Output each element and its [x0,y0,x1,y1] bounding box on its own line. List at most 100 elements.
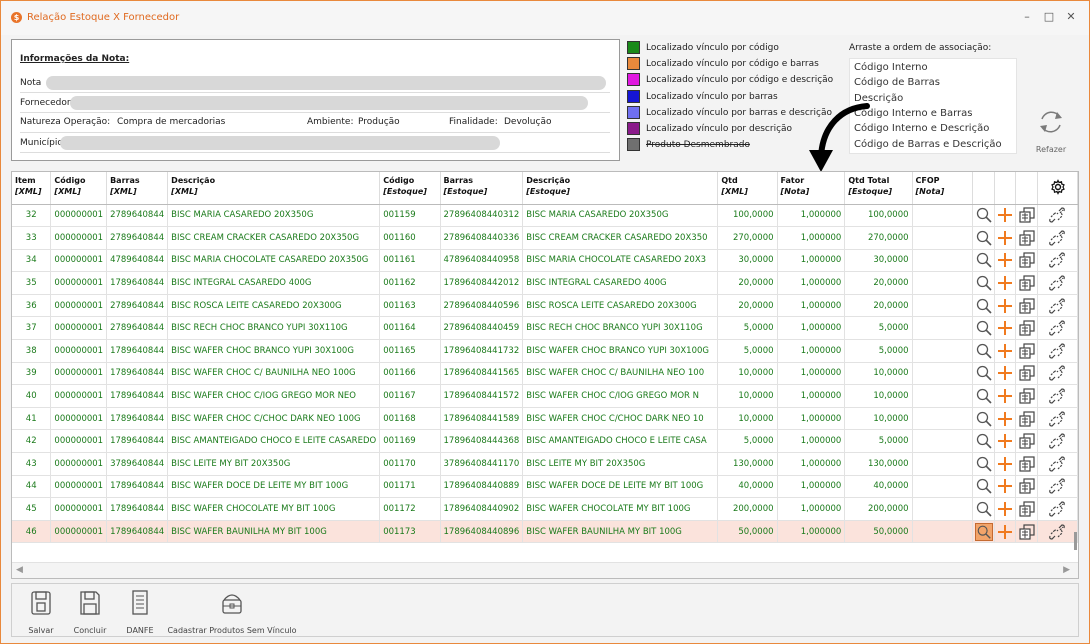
barras-xml-cell[interactable]: 4789640844 [106,249,169,273]
codigo-estoque-cell[interactable]: 001161 [379,249,441,273]
cfop-cell[interactable] [912,294,974,318]
qtd-total-cell[interactable]: 100,0000 [844,204,913,228]
qtd-xml-cell[interactable]: 40,0000 [717,475,778,499]
search-icon[interactable] [972,452,995,476]
qtd-total-cell[interactable]: 30,0000 [844,249,913,273]
descricao-estoque-cell[interactable]: BISC WAFER CHOCOLATE MY BIT 100G [522,497,719,521]
qtd-total-cell[interactable]: 10,0000 [844,407,913,431]
codigo-xml-cell[interactable]: 000000001 [50,204,108,228]
barras-estoque-cell[interactable]: 17896408440896 [440,520,524,544]
descricao-estoque-cell[interactable]: BISC LEITE MY BIT 20X350G [522,452,719,476]
search-icon[interactable] [972,384,995,408]
descricao-xml-cell[interactable]: BISC WAFER CHOC C/IOG GREGO MOR NEO [167,384,381,408]
unlink-icon[interactable] [1037,294,1079,318]
cfop-cell[interactable] [912,339,974,363]
codigo-xml-cell[interactable]: 000000001 [50,249,108,273]
barras-xml-cell[interactable]: 1789640844 [106,407,169,431]
unlink-icon[interactable] [1037,316,1079,341]
fator-cell[interactable]: 1,000000 [777,226,846,250]
descricao-xml-cell[interactable]: BISC WAFER CHOCOLATE MY BIT 100G [167,497,381,521]
qtd-xml-cell[interactable]: 200,0000 [717,497,778,521]
codigo-estoque-cell[interactable]: 001172 [379,497,441,521]
plus-icon[interactable] [994,249,1017,273]
codigo-estoque-cell[interactable]: 001171 [379,475,441,499]
column-header[interactable]: Barras [Estoque] [440,172,524,205]
item-cell[interactable]: 45 [12,497,52,521]
cfop-cell[interactable] [912,249,974,273]
qtd-total-cell[interactable]: 5,0000 [844,429,913,454]
descricao-xml-cell[interactable]: BISC WAFER BAUNILHA MY BIT 100G [167,520,381,544]
fator-cell[interactable]: 1,000000 [777,497,846,521]
item-cell[interactable]: 43 [12,452,52,476]
codigo-xml-cell[interactable]: 000000001 [50,271,108,295]
search-icon[interactable] [972,226,995,250]
barras-estoque-cell[interactable]: 27896408440459 [440,316,524,341]
fator-cell[interactable]: 1,000000 [777,520,846,544]
search-icon[interactable] [972,407,995,431]
descricao-estoque-cell[interactable]: BISC WAFER CHOC C/ BAUNILHA NEO 100 [522,362,719,386]
plus-icon[interactable] [994,429,1017,454]
column-header[interactable]: Qtd [XML] [717,172,778,205]
plus-icon[interactable] [994,497,1017,521]
table-row[interactable]: 39 000000001 1789640844 BISC WAFER CHOC C/ … [12,362,1079,386]
plus-icon[interactable] [994,271,1017,295]
plus-icon[interactable] [994,384,1017,408]
cfop-cell[interactable] [912,316,974,341]
item-cell[interactable]: 33 [12,226,52,250]
plus-icon[interactable] [994,362,1017,386]
unlink-icon[interactable] [1037,497,1079,521]
table-row[interactable]: 45 000000001 1789640844 BISC WAFER CHOCOLAT… [12,497,1079,521]
qtd-total-cell[interactable]: 10,0000 [844,362,913,386]
unlink-icon[interactable] [1037,452,1079,476]
qtd-total-cell[interactable]: 200,0000 [844,497,913,521]
fator-cell[interactable]: 1,000000 [777,362,846,386]
item-cell[interactable]: 34 [12,249,52,273]
descricao-estoque-cell[interactable]: BISC MARIA CASAREDO 20X350G [522,204,719,228]
codigo-xml-cell[interactable]: 000000001 [50,475,108,499]
fator-cell[interactable]: 1,000000 [777,407,846,431]
barras-xml-cell[interactable]: 2789640844 [106,316,169,341]
vertical-scrollbar-thumb[interactable] [1074,532,1077,550]
barras-xml-cell[interactable]: 3789640844 [106,452,169,476]
codigo-estoque-cell[interactable]: 001162 [379,271,441,295]
fator-cell[interactable]: 1,000000 [777,271,846,295]
search-icon[interactable] [972,475,995,499]
split-icon[interactable] [1015,520,1038,544]
codigo-xml-cell[interactable]: 000000001 [50,452,108,476]
fator-cell[interactable]: 1,000000 [777,452,846,476]
codigo-estoque-cell[interactable]: 001167 [379,384,441,408]
barras-xml-cell[interactable]: 2789640844 [106,226,169,250]
qtd-total-cell[interactable]: 20,0000 [844,294,913,318]
column-header[interactable]: CFOP [Nota] [912,172,974,205]
qtd-xml-cell[interactable]: 20,0000 [717,271,778,295]
split-icon[interactable] [1015,407,1038,431]
barras-xml-cell[interactable]: 1789640844 [106,384,169,408]
item-cell[interactable]: 42 [12,429,52,454]
table-row[interactable]: 46 000000001 1789640844 BISC WAFER BAUNILHA… [12,520,1079,544]
split-icon[interactable] [1015,452,1038,476]
codigo-xml-cell[interactable]: 000000001 [50,497,108,521]
qtd-total-cell[interactable]: 40,0000 [844,475,913,499]
item-cell[interactable]: 46 [12,520,52,544]
codigo-estoque-cell[interactable]: 001165 [379,339,441,363]
item-cell[interactable]: 39 [12,362,52,386]
barras-xml-cell[interactable]: 2789640844 [106,294,169,318]
descricao-xml-cell[interactable]: BISC LEITE MY BIT 20X350G [167,452,381,476]
codigo-xml-cell[interactable]: 000000001 [50,362,108,386]
item-cell[interactable]: 32 [12,204,52,228]
barras-estoque-cell[interactable]: 17896408444368 [440,429,524,454]
plus-icon[interactable] [994,407,1017,431]
search-icon[interactable] [972,520,995,544]
split-icon[interactable] [1015,362,1038,386]
unlink-icon[interactable] [1037,249,1079,273]
unlink-icon[interactable] [1037,271,1079,295]
scroll-right-icon[interactable]: ▶ [1063,565,1070,575]
qtd-xml-cell[interactable]: 50,0000 [717,520,778,544]
search-icon[interactable] [972,429,995,454]
cfop-cell[interactable] [912,271,974,295]
cfop-cell[interactable] [912,475,974,499]
item-cell[interactable]: 40 [12,384,52,408]
danfe-button[interactable]: DANFE [120,588,160,636]
plus-icon[interactable] [994,452,1017,476]
cadastrar-produtos-button[interactable]: Cadastrar Produtos Sem Vínculo [167,588,297,636]
